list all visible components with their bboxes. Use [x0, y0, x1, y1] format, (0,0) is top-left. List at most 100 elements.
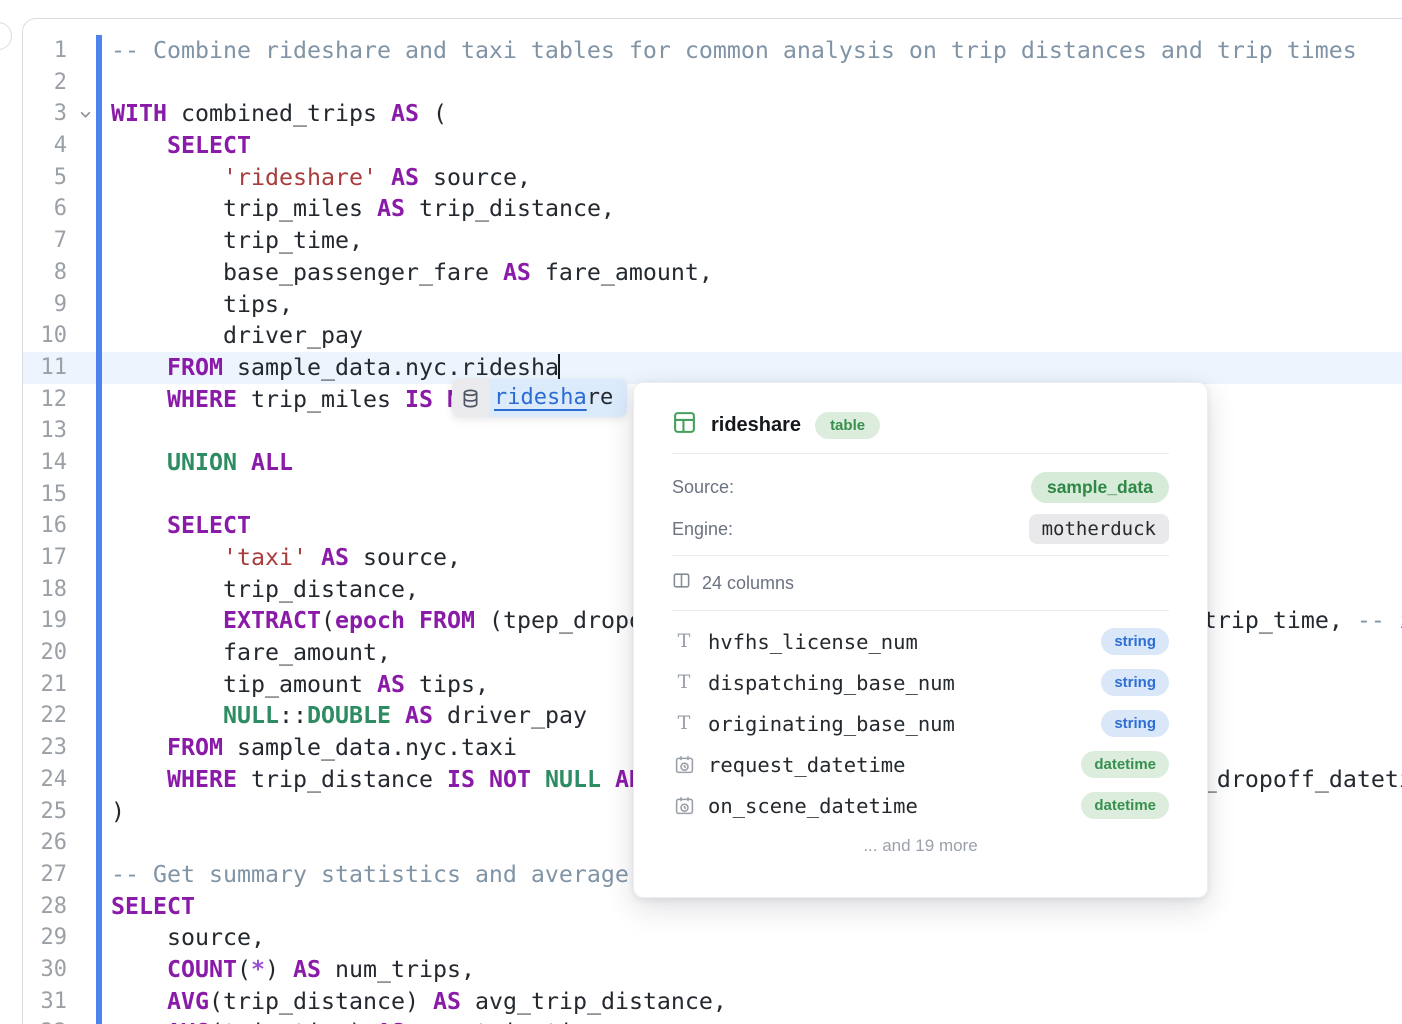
code-text: SELECT	[111, 130, 251, 162]
code-text: COUNT(*) AS num_trips,	[111, 954, 475, 986]
column-name: hvfhs_license_num	[708, 630, 1101, 654]
table-info-header: rideshare table	[672, 407, 1169, 443]
text-type-icon: T	[672, 632, 696, 651]
code-line[interactable]: 7 trip_time,	[23, 225, 1402, 257]
table-icon	[672, 410, 697, 440]
line-number: 19	[23, 605, 67, 637]
code-line[interactable]: 5 'rideshare' AS source,	[23, 162, 1402, 194]
text-cursor	[558, 354, 561, 379]
code-text: WITH combined_trips AS (	[111, 98, 447, 130]
code-line[interactable]: 3WITH combined_trips AS (	[23, 98, 1402, 130]
line-number: 13	[23, 415, 67, 447]
divider	[672, 453, 1169, 454]
code-text: tips,	[111, 289, 293, 321]
code-line-current[interactable]: 11 FROM sample_data.nyc.ridesha	[23, 352, 1402, 384]
code-text: tip_amount AS tips,	[111, 669, 489, 701]
code-line[interactable]: 6 trip_miles AS trip_distance,	[23, 193, 1402, 225]
code-text: NULL::DOUBLE AS driver_pay	[111, 700, 587, 732]
line-number: 30	[23, 954, 67, 986]
line-number: 26	[23, 827, 67, 859]
line-number: 24	[23, 764, 67, 796]
code-line[interactable]: 8 base_passenger_fare AS fare_amount,	[23, 257, 1402, 289]
column-name: on_scene_datetime	[708, 794, 1081, 818]
columns-list: Thvfhs_license_numstringTdispatching_bas…	[672, 621, 1169, 826]
code-line[interactable]: 31 AVG(trip_distance) AS avg_trip_distan…	[23, 986, 1402, 1018]
line-number: 8	[23, 257, 67, 289]
datetime-icon	[672, 795, 696, 816]
more-columns-label: ... and 19 more	[672, 836, 1169, 856]
code-text: driver_pay	[111, 320, 363, 352]
line-number: 5	[23, 162, 67, 194]
line-number: 15	[23, 479, 67, 511]
line-number: 11	[23, 352, 67, 384]
line-number: 9	[23, 289, 67, 321]
column-row: Thvfhs_license_numstring	[672, 621, 1169, 662]
code-text: 'rideshare' AS source,	[111, 162, 531, 194]
code-line[interactable]: 32 AVG(trip_time) AS avg_trip_time,	[23, 1017, 1402, 1024]
table-info-card: rideshare table Source:sample_dataEngine…	[633, 382, 1208, 898]
code-text: FROM sample_data.nyc.taxi	[111, 732, 517, 764]
autocomplete-rest-text: re	[587, 385, 614, 410]
line-number: 28	[23, 891, 67, 923]
line-number: 1	[23, 35, 67, 67]
code-text: AVG(trip_time) AS avg_trip_time,	[111, 1017, 615, 1024]
code-line[interactable]: 30 COUNT(*) AS num_trips,	[23, 954, 1402, 986]
code-text: base_passenger_fare AS fare_amount,	[111, 257, 713, 289]
column-type-badge: string	[1101, 628, 1169, 655]
code-text: SELECT	[111, 891, 195, 923]
code-line[interactable]: 2	[23, 67, 1402, 99]
autocomplete-item-label: rideshare	[489, 379, 627, 417]
column-name: dispatching_base_num	[708, 671, 1101, 695]
panel-edge-button[interactable]	[0, 22, 12, 50]
column-name: request_datetime	[708, 753, 1081, 777]
line-number: 16	[23, 510, 67, 542]
column-row: Tdispatching_base_numstring	[672, 662, 1169, 703]
code-text: SELECT	[111, 510, 251, 542]
line-number: 22	[23, 700, 67, 732]
meta-field-value: motherduck	[1029, 514, 1169, 544]
table-type-badge: table	[815, 412, 880, 439]
line-number: 20	[23, 637, 67, 669]
divider	[672, 610, 1169, 611]
text-type-icon: T	[672, 673, 696, 692]
line-number: 18	[23, 574, 67, 606]
column-type-badge: datetime	[1081, 751, 1169, 778]
line-number: 4	[23, 130, 67, 162]
line-number: 23	[23, 732, 67, 764]
column-type-badge: string	[1101, 669, 1169, 696]
columns-icon	[672, 571, 691, 595]
line-number: 21	[23, 669, 67, 701]
line-number: 17	[23, 542, 67, 574]
table-title: rideshare	[711, 414, 801, 437]
line-number: 10	[23, 320, 67, 352]
column-type-badge: datetime	[1081, 792, 1169, 819]
columns-count-row: 24 columns	[672, 556, 1169, 610]
autocomplete-match-text: ridesha	[494, 385, 587, 410]
fold-chevron-icon[interactable]	[75, 98, 95, 130]
datetime-icon	[672, 754, 696, 775]
code-line[interactable]: 10 driver_pay	[23, 320, 1402, 352]
line-number: 2	[23, 67, 67, 99]
column-row: Toriginating_base_numstring	[672, 703, 1169, 744]
table-meta-fields: Source:sample_dataEngine:motherduck	[672, 466, 1169, 550]
line-number: 29	[23, 922, 67, 954]
code-text: trip_miles AS trip_distance,	[111, 193, 615, 225]
code-text: AVG(trip_distance) AS avg_trip_distance,	[111, 986, 727, 1018]
code-line[interactable]: 29 source,	[23, 922, 1402, 954]
text-type-icon: T	[672, 714, 696, 733]
meta-field-value: sample_data	[1031, 472, 1169, 503]
column-row: on_scene_datetimedatetime	[672, 785, 1169, 826]
meta-field-row: Engine:motherduck	[672, 508, 1169, 550]
code-line[interactable]: 9 tips,	[23, 289, 1402, 321]
line-number: 27	[23, 859, 67, 891]
line-number: 7	[23, 225, 67, 257]
line-number: 25	[23, 796, 67, 828]
columns-count-label: 24 columns	[702, 573, 794, 594]
line-number: 14	[23, 447, 67, 479]
column-name: originating_base_num	[708, 712, 1101, 736]
code-line[interactable]: 1 -- Combine rideshare and taxi tables fo…	[23, 35, 1402, 67]
code-line[interactable]: 4 SELECT	[23, 130, 1402, 162]
code-text: -- Combine rideshare and taxi tables for…	[111, 35, 1357, 67]
code-text: UNION ALL	[111, 447, 293, 479]
autocomplete-suggestion[interactable]: rideshare	[452, 379, 627, 417]
